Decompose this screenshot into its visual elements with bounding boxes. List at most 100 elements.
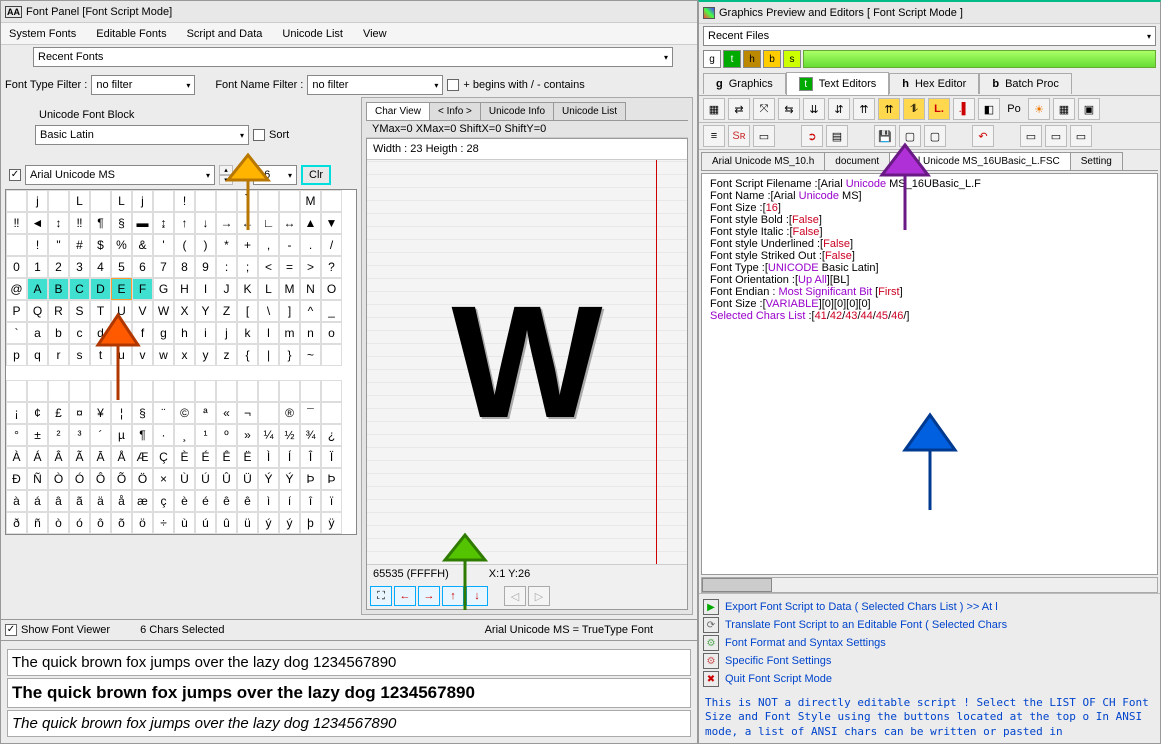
char-cell[interactable]: ñ <box>27 512 48 534</box>
char-cell[interactable]: 3 <box>69 256 90 278</box>
tab-unicode-info[interactable]: Unicode Info <box>480 102 554 120</box>
char-cell[interactable]: î <box>300 490 321 512</box>
char-cell[interactable]: © <box>174 402 195 424</box>
char-cell[interactable]: l <box>258 322 279 344</box>
char-cell[interactable] <box>237 380 258 402</box>
tb2-c1[interactable]: ▢ <box>899 125 921 147</box>
char-cell[interactable]: - <box>279 234 300 256</box>
script-tab-1[interactable]: document <box>824 152 890 170</box>
tb2-doc[interactable]: ▤ <box>826 125 848 147</box>
char-cell[interactable]: ; <box>237 256 258 278</box>
tab-info[interactable]: < Info > <box>429 102 481 120</box>
char-cell[interactable]: ü <box>237 512 258 534</box>
char-cell[interactable]: Õ <box>111 468 132 490</box>
char-cell[interactable]: ‼ <box>69 212 90 234</box>
char-cell[interactable]: m <box>279 322 300 344</box>
char-cell[interactable]: ­ <box>258 402 279 424</box>
char-cell[interactable]: ª <box>195 402 216 424</box>
char-cell[interactable]: M <box>279 278 300 300</box>
char-cell[interactable]: # <box>69 234 90 256</box>
char-cell[interactable]: ▬ <box>132 212 153 234</box>
font-enable-check[interactable] <box>9 169 21 181</box>
char-cell[interactable]: ^ <box>300 300 321 322</box>
char-cell[interactable]: N <box>300 278 321 300</box>
char-cell[interactable]: M <box>300 190 321 212</box>
char-cell[interactable]: ¢ <box>27 402 48 424</box>
char-cell[interactable]: + <box>237 234 258 256</box>
char-cell[interactable]: \ <box>258 300 279 322</box>
tb2-sr[interactable]: Sʀ <box>728 125 750 147</box>
nav-prev[interactable]: ◁ <box>504 586 526 606</box>
char-cell[interactable]: e <box>111 322 132 344</box>
char-cell[interactable]: ò <box>48 512 69 534</box>
char-cell[interactable] <box>321 190 342 212</box>
tb-po[interactable]: Po <box>1003 98 1025 120</box>
hscroll[interactable] <box>701 577 1158 593</box>
char-cell[interactable]: é <box>195 490 216 512</box>
char-cell[interactable]: X <box>174 300 195 322</box>
char-cell[interactable]: Z <box>216 300 237 322</box>
char-cell[interactable]: Ê <box>216 446 237 468</box>
char-cell[interactable]: ¸ <box>174 424 195 446</box>
char-cell[interactable]: ↨ <box>153 212 174 234</box>
char-cell[interactable] <box>48 380 69 402</box>
char-cell[interactable]: 2 <box>48 256 69 278</box>
tb-a5[interactable]: ⇵ <box>828 98 850 120</box>
char-cell[interactable]: n <box>300 322 321 344</box>
char-cell[interactable] <box>90 190 111 212</box>
tb-a1[interactable]: ⇄ <box>728 98 750 120</box>
char-cell[interactable]: µ <box>111 424 132 446</box>
char-cell[interactable]: ↕ <box>48 212 69 234</box>
char-cell[interactable] <box>6 190 27 212</box>
char-cell[interactable]: Ì <box>258 446 279 468</box>
char-cell[interactable]: ì <box>258 490 279 512</box>
chip-g[interactable]: g <box>703 50 721 68</box>
char-cell[interactable]: { <box>237 344 258 366</box>
char-cell[interactable]: Ç <box>153 446 174 468</box>
char-cell[interactable]: j <box>216 322 237 344</box>
tb-x3[interactable]: ▦ <box>1053 98 1075 120</box>
char-cell[interactable]: Î <box>300 446 321 468</box>
char-cell[interactable]: W <box>153 300 174 322</box>
clr-button[interactable]: Clr <box>301 165 331 185</box>
char-cell[interactable]: æ <box>132 490 153 512</box>
char-cell[interactable]: Ȉ <box>237 190 258 212</box>
char-cell[interactable]: Ï <box>321 446 342 468</box>
action-item[interactable]: ⚙Specific Font Settings <box>703 652 1156 670</box>
char-cell[interactable] <box>258 190 279 212</box>
char-cell[interactable]: ← <box>237 212 258 234</box>
char-cell[interactable] <box>153 380 174 402</box>
char-cell[interactable]: Ò <box>48 468 69 490</box>
char-cell[interactable]: ¯ <box>300 402 321 424</box>
char-cell[interactable]: @ <box>6 278 27 300</box>
char-cell[interactable]: P <box>6 300 27 322</box>
tb2-d2[interactable]: ▭ <box>1045 125 1067 147</box>
char-cell[interactable]: L <box>111 190 132 212</box>
char-cell[interactable]: ý <box>279 512 300 534</box>
font-up[interactable]: ▴ <box>219 165 233 175</box>
char-cell[interactable]: Ñ <box>27 468 48 490</box>
char-cell[interactable]: ð <box>6 512 27 534</box>
char-cell[interactable]: 5 <box>111 256 132 278</box>
char-cell[interactable]: % <box>111 234 132 256</box>
tb-a8[interactable]: ⥮ <box>903 98 925 120</box>
char-cell[interactable]: q <box>27 344 48 366</box>
char-cell[interactable]: [ <box>237 300 258 322</box>
script-tab-3[interactable]: Setting <box>1070 152 1123 170</box>
char-cell[interactable]: ê <box>216 490 237 512</box>
char-cell[interactable]: É <box>195 446 216 468</box>
char-cell[interactable]: ³ <box>69 424 90 446</box>
char-cell[interactable]: ´ <box>90 424 111 446</box>
char-cell[interactable]: Á <box>27 446 48 468</box>
font-dn[interactable]: ▾ <box>219 175 233 185</box>
char-cell[interactable]: Ó <box>69 468 90 490</box>
char-cell[interactable]: I <box>195 278 216 300</box>
char-cell[interactable]: ! <box>27 234 48 256</box>
char-cell[interactable] <box>279 380 300 402</box>
tb-x4[interactable]: ▣ <box>1078 98 1100 120</box>
script-tab-2[interactable]: Arial Unicode MS_16UBasic_L.FSC <box>889 152 1071 170</box>
char-cell[interactable]: o <box>321 322 342 344</box>
char-cell[interactable] <box>216 380 237 402</box>
char-cell[interactable]: ú <box>195 512 216 534</box>
char-cell[interactable]: & <box>132 234 153 256</box>
